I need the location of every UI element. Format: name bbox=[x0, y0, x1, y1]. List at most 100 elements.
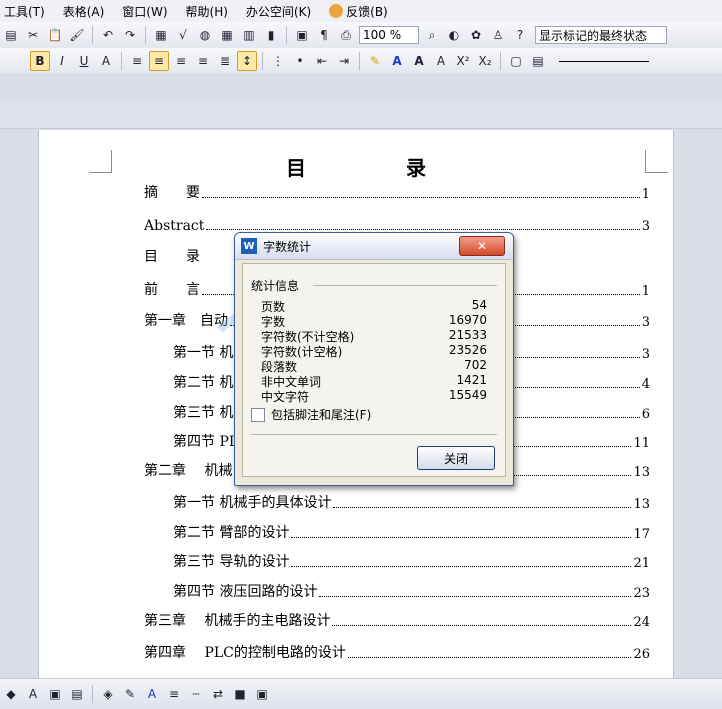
line-style-preview[interactable] bbox=[559, 60, 649, 62]
redo-icon[interactable]: ↷ bbox=[120, 25, 140, 45]
underline-button[interactable]: U bbox=[74, 51, 94, 71]
distributed-icon[interactable]: ≣ bbox=[215, 51, 235, 71]
font-color-icon[interactable]: A bbox=[142, 684, 162, 704]
menu-table[interactable]: 表格(A) bbox=[59, 3, 109, 20]
columns-icon[interactable]: ▥ bbox=[239, 25, 259, 45]
menu-office-space[interactable]: 办公空间(K) bbox=[242, 3, 315, 20]
bold-button[interactable]: B bbox=[30, 51, 50, 71]
toc-entry: 摘 要 1 bbox=[144, 182, 650, 202]
feedback-icon bbox=[329, 4, 344, 18]
toc-label: 第二章 机械 bbox=[144, 463, 233, 479]
help-icon[interactable]: ? bbox=[510, 25, 530, 45]
toc-label: 目 录 bbox=[144, 249, 200, 265]
menu-tools[interactable]: 工具(T) bbox=[0, 3, 49, 20]
shading-icon[interactable]: ▤ bbox=[528, 51, 548, 71]
toc-entry: 第三章 机械手的主电路设计 24 bbox=[144, 610, 650, 630]
menu-window[interactable]: 窗口(W) bbox=[118, 3, 171, 20]
image-icon[interactable]: ▤ bbox=[67, 684, 87, 704]
toc-label: 第一节 机 bbox=[173, 345, 234, 361]
toc-page: 1 bbox=[641, 284, 650, 299]
toc-label: 第四节 PL bbox=[173, 434, 239, 450]
zoom-combo[interactable]: 100 % bbox=[359, 26, 419, 44]
toc-label: 第四章 PLC的控制电路的设计 bbox=[144, 645, 346, 661]
toc-page: 4 bbox=[641, 377, 650, 392]
justify-icon[interactable]: ≡ bbox=[193, 51, 213, 71]
web-icon[interactable]: ◍ bbox=[195, 25, 215, 45]
shirt-icon[interactable]: ♙ bbox=[488, 25, 508, 45]
numbering-icon[interactable]: ⋮ bbox=[268, 51, 288, 71]
toc-dots bbox=[202, 197, 640, 198]
align-left-icon[interactable]: ≡ bbox=[127, 51, 147, 71]
arrow-style-icon[interactable]: ⇄ bbox=[208, 684, 228, 704]
menu-help[interactable]: 帮助(H) bbox=[182, 3, 232, 20]
docer-icon[interactable]: ◐ bbox=[444, 25, 464, 45]
line-style-icon[interactable]: ≡ bbox=[164, 684, 184, 704]
line-color-icon[interactable]: ✎ bbox=[120, 684, 140, 704]
include-footnotes-option[interactable]: 包括脚注和尾注(F) bbox=[251, 406, 371, 423]
insert-table-icon[interactable]: ▦ bbox=[151, 25, 171, 45]
find-icon[interactable]: ⌕ bbox=[422, 25, 442, 45]
toc-label: Abstract bbox=[144, 218, 205, 234]
app-logo-icon: W bbox=[241, 238, 257, 254]
dialog-body: 统计信息 页数 54 字数 16970 字符数(不计空格) 21533 字符数(计空格… bbox=[242, 263, 506, 477]
dialog-titlebar[interactable]: W 字数统计 ✕ bbox=[235, 233, 513, 260]
toolbar-separator bbox=[262, 52, 263, 70]
document-map-icon[interactable]: ▣ bbox=[292, 25, 312, 45]
toc-dots bbox=[333, 507, 632, 508]
decrease-indent-icon[interactable]: ⇤ bbox=[312, 51, 332, 71]
undo-icon[interactable]: ↶ bbox=[98, 25, 118, 45]
superscript-icon[interactable]: X² bbox=[453, 51, 473, 71]
align-right-icon[interactable]: ≡ bbox=[171, 51, 191, 71]
menu-feedback[interactable]: 反馈(B) bbox=[325, 3, 392, 20]
font-color-icon[interactable]: A bbox=[387, 51, 407, 71]
bullets-icon[interactable]: • bbox=[290, 51, 310, 71]
toc-page: 3 bbox=[641, 347, 650, 362]
insert-grid-icon[interactable]: ▦ bbox=[217, 25, 237, 45]
show-marks-icon[interactable]: ¶ bbox=[314, 25, 334, 45]
group-divider bbox=[313, 285, 497, 286]
highlight-icon[interactable]: ✎ bbox=[365, 51, 385, 71]
markup-state-combo[interactable]: 显示标记的最终状态 bbox=[535, 26, 667, 44]
shadow-icon[interactable]: ■ bbox=[230, 684, 250, 704]
stat-label: 字数 bbox=[261, 315, 286, 329]
stat-row: 字符数(计空格) 23526 bbox=[261, 343, 487, 359]
autoshape-icon[interactable]: ◆ bbox=[1, 684, 21, 704]
formula-icon[interactable]: √ bbox=[173, 25, 193, 45]
increase-indent-icon[interactable]: ⇥ bbox=[334, 51, 354, 71]
toc-dots bbox=[291, 566, 632, 567]
italic-button[interactable]: I bbox=[52, 51, 72, 71]
open-icon[interactable]: ▤ bbox=[1, 25, 21, 45]
dash-style-icon[interactable]: ┄ bbox=[186, 684, 206, 704]
dialog-close-button[interactable]: ✕ bbox=[459, 236, 505, 256]
align-center-icon[interactable]: ≡ bbox=[149, 51, 169, 71]
grow-font-icon[interactable]: A bbox=[409, 51, 429, 71]
wordart-icon[interactable]: A bbox=[23, 684, 43, 704]
menu-bar: 工具(T) 表格(A) 窗口(W) 帮助(H) 办公空间(K) 反馈(B) bbox=[0, 0, 722, 23]
borders-icon[interactable]: ▢ bbox=[506, 51, 526, 71]
3d-icon[interactable]: ▣ bbox=[252, 684, 272, 704]
toc-page: 24 bbox=[633, 615, 650, 630]
standard-toolbar: ▤ ✂ 📋 🖌 ↶ ↷ ▦ √ ◍ ▦ ▥ ▮ ▣ ¶ ⎙ 100 % ⌕ ◐ … bbox=[0, 22, 722, 49]
toc-dots bbox=[319, 596, 632, 597]
text-effect-icon[interactable]: A bbox=[96, 51, 116, 71]
print-preview-icon[interactable]: ⎙ bbox=[336, 25, 356, 45]
toc-entry: 第四节 液压回路的设计 23 bbox=[173, 581, 650, 601]
cut-icon[interactable]: ✂ bbox=[23, 25, 43, 45]
template-icon[interactable]: ✿ bbox=[466, 25, 486, 45]
include-footnotes-checkbox[interactable] bbox=[251, 407, 265, 422]
toc-label: 第四节 液压回路的设计 bbox=[173, 584, 318, 600]
format-painter-icon[interactable]: 🖌 bbox=[67, 25, 87, 45]
chart-icon[interactable]: ▮ bbox=[261, 25, 281, 45]
paste-icon[interactable]: 📋 bbox=[45, 25, 65, 45]
stat-row: 字符数(不计空格) 21533 bbox=[261, 328, 487, 344]
fill-color-icon[interactable]: ◈ bbox=[98, 684, 118, 704]
stat-value: 1421 bbox=[456, 373, 487, 387]
line-spacing-icon[interactable]: ↕ bbox=[237, 51, 257, 71]
subscript-icon[interactable]: X₂ bbox=[475, 51, 495, 71]
picture-icon[interactable]: ▣ bbox=[45, 684, 65, 704]
close-button[interactable]: 关闭 bbox=[417, 446, 495, 470]
shrink-font-icon[interactable]: A bbox=[431, 51, 451, 71]
stat-row: 字数 16970 bbox=[261, 313, 487, 329]
toolbar-separator bbox=[121, 52, 122, 70]
stat-value: 702 bbox=[464, 358, 487, 372]
